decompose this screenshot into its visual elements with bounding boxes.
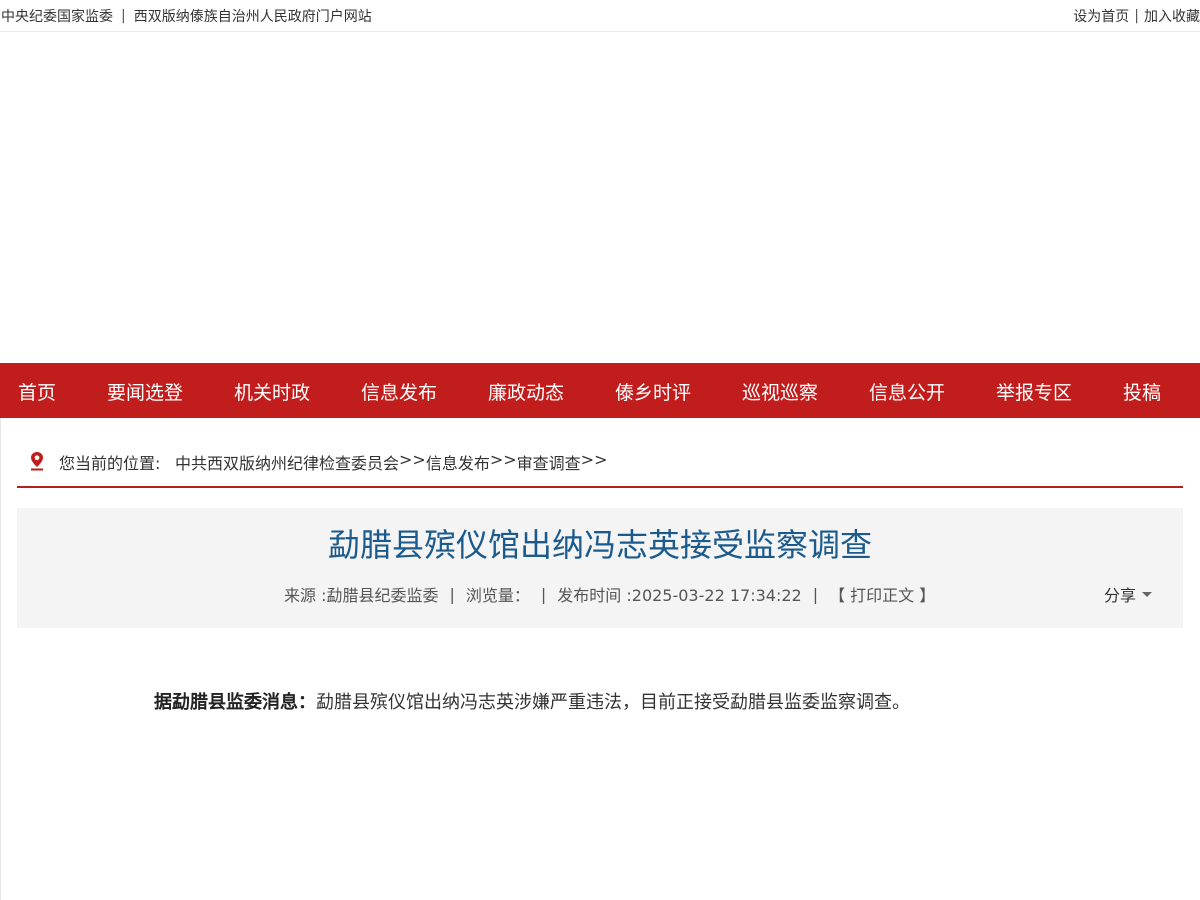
nav-item-info-release[interactable]: 信息发布 [361, 378, 437, 405]
nav-item-inspection[interactable]: 巡视巡察 [742, 378, 818, 405]
nav-item-commentary[interactable]: 傣乡时评 [615, 378, 691, 405]
divider: | [1134, 8, 1139, 24]
breadcrumb-item-investigation[interactable]: 审查调查 [517, 450, 581, 474]
top-links: 中央纪委国家监委 | 西双版纳傣族自治州人民政府门户网站 [1, 6, 372, 26]
nav-item-news[interactable]: 要闻选登 [107, 378, 183, 405]
top-actions: 设为首页 | 加入收藏 [1073, 6, 1200, 26]
page-border [0, 418, 1, 900]
article-lead: 据勐腊县监委消息： [154, 692, 316, 713]
location-pin-icon [31, 452, 43, 471]
breadcrumb-separator: >> [399, 450, 426, 469]
chevron-down-icon [1142, 591, 1153, 597]
divider: | [121, 8, 126, 24]
share-button[interactable]: 分享 [1104, 582, 1153, 606]
nav-item-integrity-news[interactable]: 廉政动态 [488, 378, 564, 405]
article-source: 来源 :勐腊县纪委监委 [284, 586, 439, 605]
set-home-link[interactable]: 设为首页 [1073, 6, 1129, 26]
breadcrumb: 您当前的位置: 中共西双版纳州纪律检查委员会 >> 信息发布 >> 审查调查 >… [17, 438, 1183, 488]
nav-item-disclosure[interactable]: 信息公开 [869, 378, 945, 405]
breadcrumb-item-info-release[interactable]: 信息发布 [426, 450, 490, 474]
banner-area [0, 32, 1200, 363]
meta-divider: | [449, 584, 455, 604]
nav-item-submit[interactable]: 投稿 [1123, 378, 1161, 405]
breadcrumb-item-commission[interactable]: 中共西双版纳州纪律检查委员会 [175, 450, 399, 474]
article-text: 勐腊县殡仪馆出纳冯志英涉嫌严重违法，目前正接受勐腊县监委监察调查。 [316, 692, 910, 713]
article-meta: 来源 :勐腊县纪委监委 | 浏览量： | 发布时间 :2025-03-22 17… [284, 582, 935, 606]
article-publish-time: 发布时间 :2025-03-22 17:34:22 [557, 586, 802, 605]
article-views: 浏览量： [465, 586, 530, 605]
link-gov-portal[interactable]: 西双版纳傣族自治州人民政府门户网站 [134, 6, 372, 26]
article-header: 勐腊县殡仪馆出纳冯志英接受监察调查 来源 :勐腊县纪委监委 | 浏览量： | 发… [17, 508, 1183, 628]
meta-divider: | [812, 584, 819, 604]
print-button[interactable]: 【 打印正文 】 [829, 582, 935, 606]
breadcrumb-separator: >> [489, 450, 517, 469]
nav-item-report[interactable]: 举报专区 [996, 378, 1072, 405]
article-body: 据勐腊县监委消息：勐腊县殡仪馆出纳冯志英涉嫌严重违法，目前正接受勐腊县监委监察调… [154, 688, 910, 714]
nav-item-home[interactable]: 首页 [18, 378, 56, 405]
breadcrumb-path: 中共西双版纳州纪律检查委员会 >> 信息发布 >> 审查调查 >> [175, 450, 607, 474]
main-nav: 首页 要闻选登 机关时政 信息发布 廉政动态 傣乡时评 巡视巡察 信息公开 举报… [0, 363, 1200, 418]
meta-divider: | [540, 584, 547, 604]
breadcrumb-label: 您当前的位置: [59, 454, 161, 473]
share-label: 分享 [1104, 586, 1137, 605]
add-favorite-link[interactable]: 加入收藏 [1144, 6, 1200, 26]
link-ccdi[interactable]: 中央纪委国家监委 [1, 6, 113, 26]
nav-item-affairs[interactable]: 机关时政 [234, 378, 310, 405]
top-bar: 中央纪委国家监委 | 西双版纳傣族自治州人民政府门户网站 设为首页 | 加入收藏 [0, 0, 1200, 32]
article-title: 勐腊县殡仪馆出纳冯志英接受监察调查 [327, 526, 872, 564]
breadcrumb-separator: >> [580, 450, 608, 469]
